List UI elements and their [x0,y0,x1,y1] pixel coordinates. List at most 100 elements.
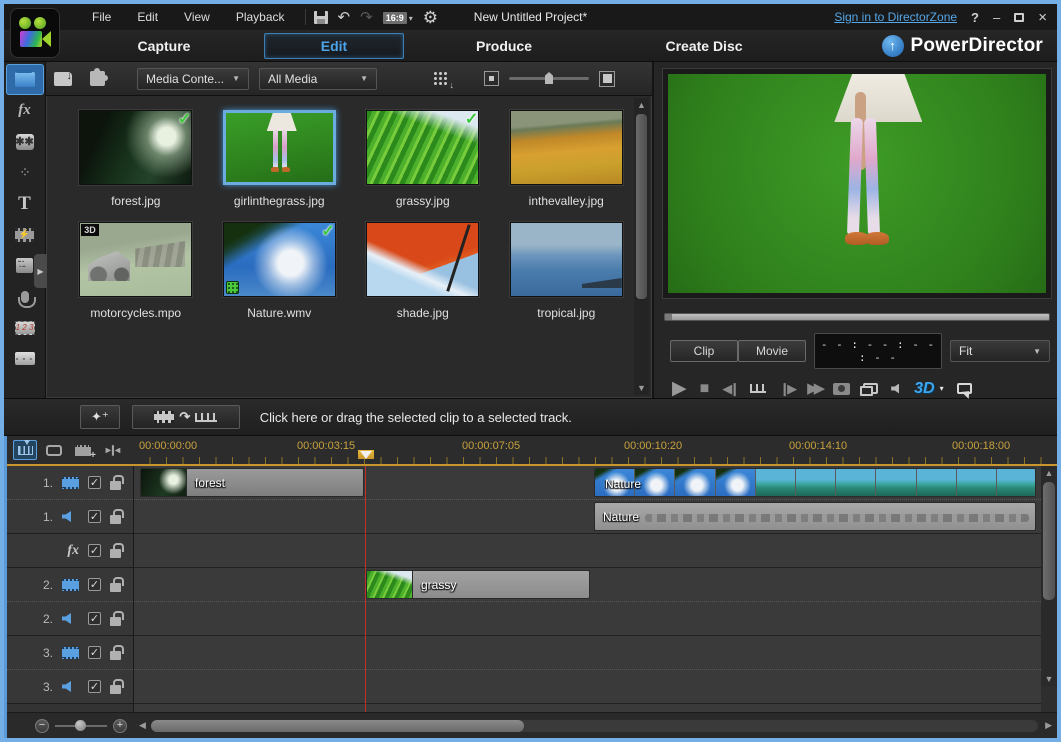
undock-preview-icon[interactable] [863,383,878,394]
timeline-zoom-slider[interactable] [55,725,107,727]
save-icon[interactable] [314,11,328,24]
preview-zoom-dropdown[interactable]: Fit▼ [950,340,1050,362]
sidebar-item-effect-room[interactable]: fx [6,95,44,126]
movie-mode-button[interactable]: Movie [738,340,806,362]
lock-icon[interactable] [110,617,121,626]
sidebar-item-pip-objects-room[interactable]: ✱✱ [6,126,44,157]
scrollbar-thumb[interactable] [1043,482,1055,600]
timeline-horizontal-scrollbar[interactable]: ◀ ▶ [134,713,1057,738]
clip-nature-video[interactable]: Nature [594,468,1036,497]
sidebar-item-particle-room[interactable]: ⁘ [6,157,44,188]
tab-produce[interactable]: Produce [404,38,604,54]
track-header-audio-3[interactable]: 3. ✓ [7,670,133,704]
sidebar-item-subtitle-room[interactable]: - - - [6,343,44,374]
fast-forward-button[interactable]: ▶▶ [807,381,820,396]
timeline-view-button[interactable] [13,440,37,460]
next-frame-button[interactable]: ❙▶ [779,382,794,395]
mark-in-icon[interactable] [750,384,766,393]
sidebar-item-transition-room[interactable]: ⚡ [6,219,44,250]
plugin-icon[interactable] [90,71,105,86]
thumbnail-size-slider[interactable] [509,77,589,80]
library-item-shade[interactable]: shade.jpg [364,222,482,320]
track-header-fx[interactable]: fx ✓ [7,534,133,568]
slider-knob[interactable] [545,72,553,84]
lock-icon[interactable] [110,549,121,558]
tab-create-disc[interactable]: Create Disc [604,38,804,54]
lock-icon[interactable] [110,583,121,592]
lock-icon[interactable] [110,651,121,660]
scroll-down-icon[interactable]: ▼ [637,381,646,395]
3d-mode-dropdown[interactable]: 3D ▾ [914,380,943,398]
thumbnail-inthevalley[interactable] [510,110,623,185]
content-filter-dropdown[interactable]: Media Conte...▼ [137,68,249,90]
scroll-left-icon[interactable]: ◀ [134,720,151,731]
track-enable-checkbox[interactable]: ✓ [88,578,101,591]
clip-forest[interactable]: forest [140,468,364,497]
track-header-audio-2[interactable]: 2. ✓ [7,602,133,636]
sidebar-item-media-room[interactable] [6,64,44,95]
thumbnail-size-small-icon[interactable] [484,71,499,86]
help-icon[interactable]: ? [971,10,979,25]
library-item-grassy[interactable]: ✓ grassy.jpg [364,110,482,208]
volume-speaker-icon[interactable] [891,384,899,394]
thumbnail-size-large-icon[interactable] [599,71,615,87]
import-media-icon[interactable] [54,72,72,86]
close-button[interactable]: × [1038,10,1047,25]
library-item-inthevalley[interactable]: inthevalley.jpg [508,110,626,208]
tab-edit[interactable]: Edit [264,33,404,59]
zoom-out-button[interactable]: − [35,719,49,733]
track-enable-checkbox[interactable]: ✓ [88,612,101,625]
scrollbar-thumb[interactable] [151,720,524,732]
play-button[interactable]: ▶ [672,379,687,398]
track-header-video-3[interactable]: 3. ✓ [7,636,133,670]
scroll-up-icon[interactable]: ▲ [637,98,646,112]
track-enable-checkbox[interactable]: ✓ [88,646,101,659]
media-type-filter-dropdown[interactable]: All Media▼ [259,68,377,90]
track-enable-checkbox[interactable]: ✓ [88,476,101,489]
library-item-motorcycles[interactable]: 3D motorcycles.mpo [77,222,195,320]
thumbnail-motorcycles[interactable]: 3D [79,222,192,297]
settings-gear-icon[interactable]: ⚙ [423,9,438,26]
minimize-button[interactable]: – [993,11,1000,24]
library-scrollbar[interactable]: ▲ ▼ [634,98,649,395]
snapshot-camera-icon[interactable] [833,383,850,395]
magic-fix-button[interactable]: ✦⁺ [80,405,120,429]
clip-grassy[interactable]: grassy [366,570,590,599]
track-video-3[interactable] [134,636,1041,670]
previous-frame-button[interactable]: ◀❙ [722,382,737,395]
menu-file[interactable]: File [80,7,123,27]
library-item-tropical[interactable]: tropical.jpg [508,222,626,320]
track-enable-checkbox[interactable]: ✓ [88,544,101,557]
drag-hint-text[interactable]: Click here or drag the selected clip to … [260,410,572,425]
thumbnail-girlinthegrass[interactable] [223,110,336,185]
track-audio-2[interactable] [134,602,1041,636]
clip-mode-button[interactable]: Clip [670,340,738,362]
stop-button[interactable]: ■ [700,381,710,397]
thumbnail-forest[interactable]: ✓ [79,110,192,185]
insert-to-timeline-button[interactable]: ↷ [132,405,240,429]
maximize-button[interactable] [1014,13,1024,22]
clip-nature-audio[interactable]: Nature [594,502,1036,531]
storyboard-view-button[interactable] [42,440,66,460]
timeline-ruler[interactable]: 00:00:00:00 00:00:03:15 00:00:07:05 00:0… [134,436,1057,464]
lock-icon[interactable] [110,515,121,524]
track-manager-button[interactable] [71,440,95,460]
signin-directorzone-link[interactable]: Sign in to DirectorZone [834,10,957,24]
menu-playback[interactable]: Playback [224,7,297,27]
menu-view[interactable]: View [172,7,222,27]
thumbnail-tropical[interactable] [510,222,623,297]
track-audio-3[interactable] [134,670,1041,704]
track-enable-checkbox[interactable]: ✓ [88,680,101,693]
track-audio-1[interactable]: Nature [134,500,1041,534]
thumbnail-grassy[interactable]: ✓ [366,110,479,185]
aspect-ratio-dropdown[interactable]: 16:9▾ [383,10,413,24]
library-item-nature[interactable]: ✓ Nature.wmv [221,222,339,320]
lock-icon[interactable] [110,481,121,490]
lock-icon[interactable] [110,685,121,694]
track-header-video-2[interactable]: 2. ✓ [7,568,133,602]
fit-timeline-button[interactable]: ▸❙◂ [100,440,124,460]
scroll-down-icon[interactable]: ▼ [1045,672,1054,686]
scroll-right-icon[interactable]: ▶ [1040,720,1057,731]
fullscreen-preview-icon[interactable] [957,383,972,394]
slider-knob[interactable] [75,720,86,731]
